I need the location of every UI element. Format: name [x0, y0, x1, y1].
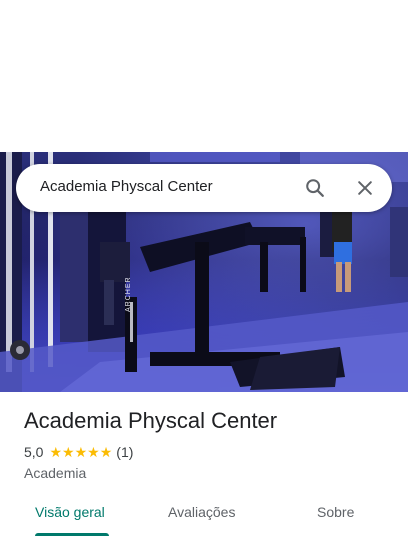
place-tabs: Visão geral Avaliações Sobre — [0, 496, 408, 536]
search-input[interactable]: Academia Physcal Center — [40, 178, 213, 195]
place-category[interactable]: Academia — [24, 465, 86, 481]
rating-row[interactable]: 5,0 ★ ★ ★ ★ ★ (1) — [24, 444, 133, 460]
review-count-link[interactable]: (1) — [116, 444, 133, 460]
active-tab-indicator — [35, 533, 109, 536]
rating-stars: ★ ★ ★ ★ ★ — [49, 445, 112, 459]
tab-overview[interactable]: Visão geral — [35, 504, 105, 520]
close-icon[interactable] — [353, 176, 377, 200]
star-icon: ★ — [87, 444, 100, 460]
star-icon: ★ — [62, 444, 75, 460]
search-bar[interactable]: Academia Physcal Center — [16, 164, 392, 212]
machine-brand-label: ARCHER — [125, 276, 132, 312]
star-icon: ★ — [99, 444, 113, 460]
star-icon: ★ — [49, 444, 63, 460]
tab-about[interactable]: Sobre — [317, 504, 354, 520]
place-title: Academia Physcal Center — [24, 408, 278, 433]
search-icon[interactable] — [303, 176, 327, 200]
rating-value: 5,0 — [24, 444, 44, 460]
tab-reviews[interactable]: Avaliações — [168, 504, 235, 520]
star-icon: ★ — [74, 444, 88, 460]
